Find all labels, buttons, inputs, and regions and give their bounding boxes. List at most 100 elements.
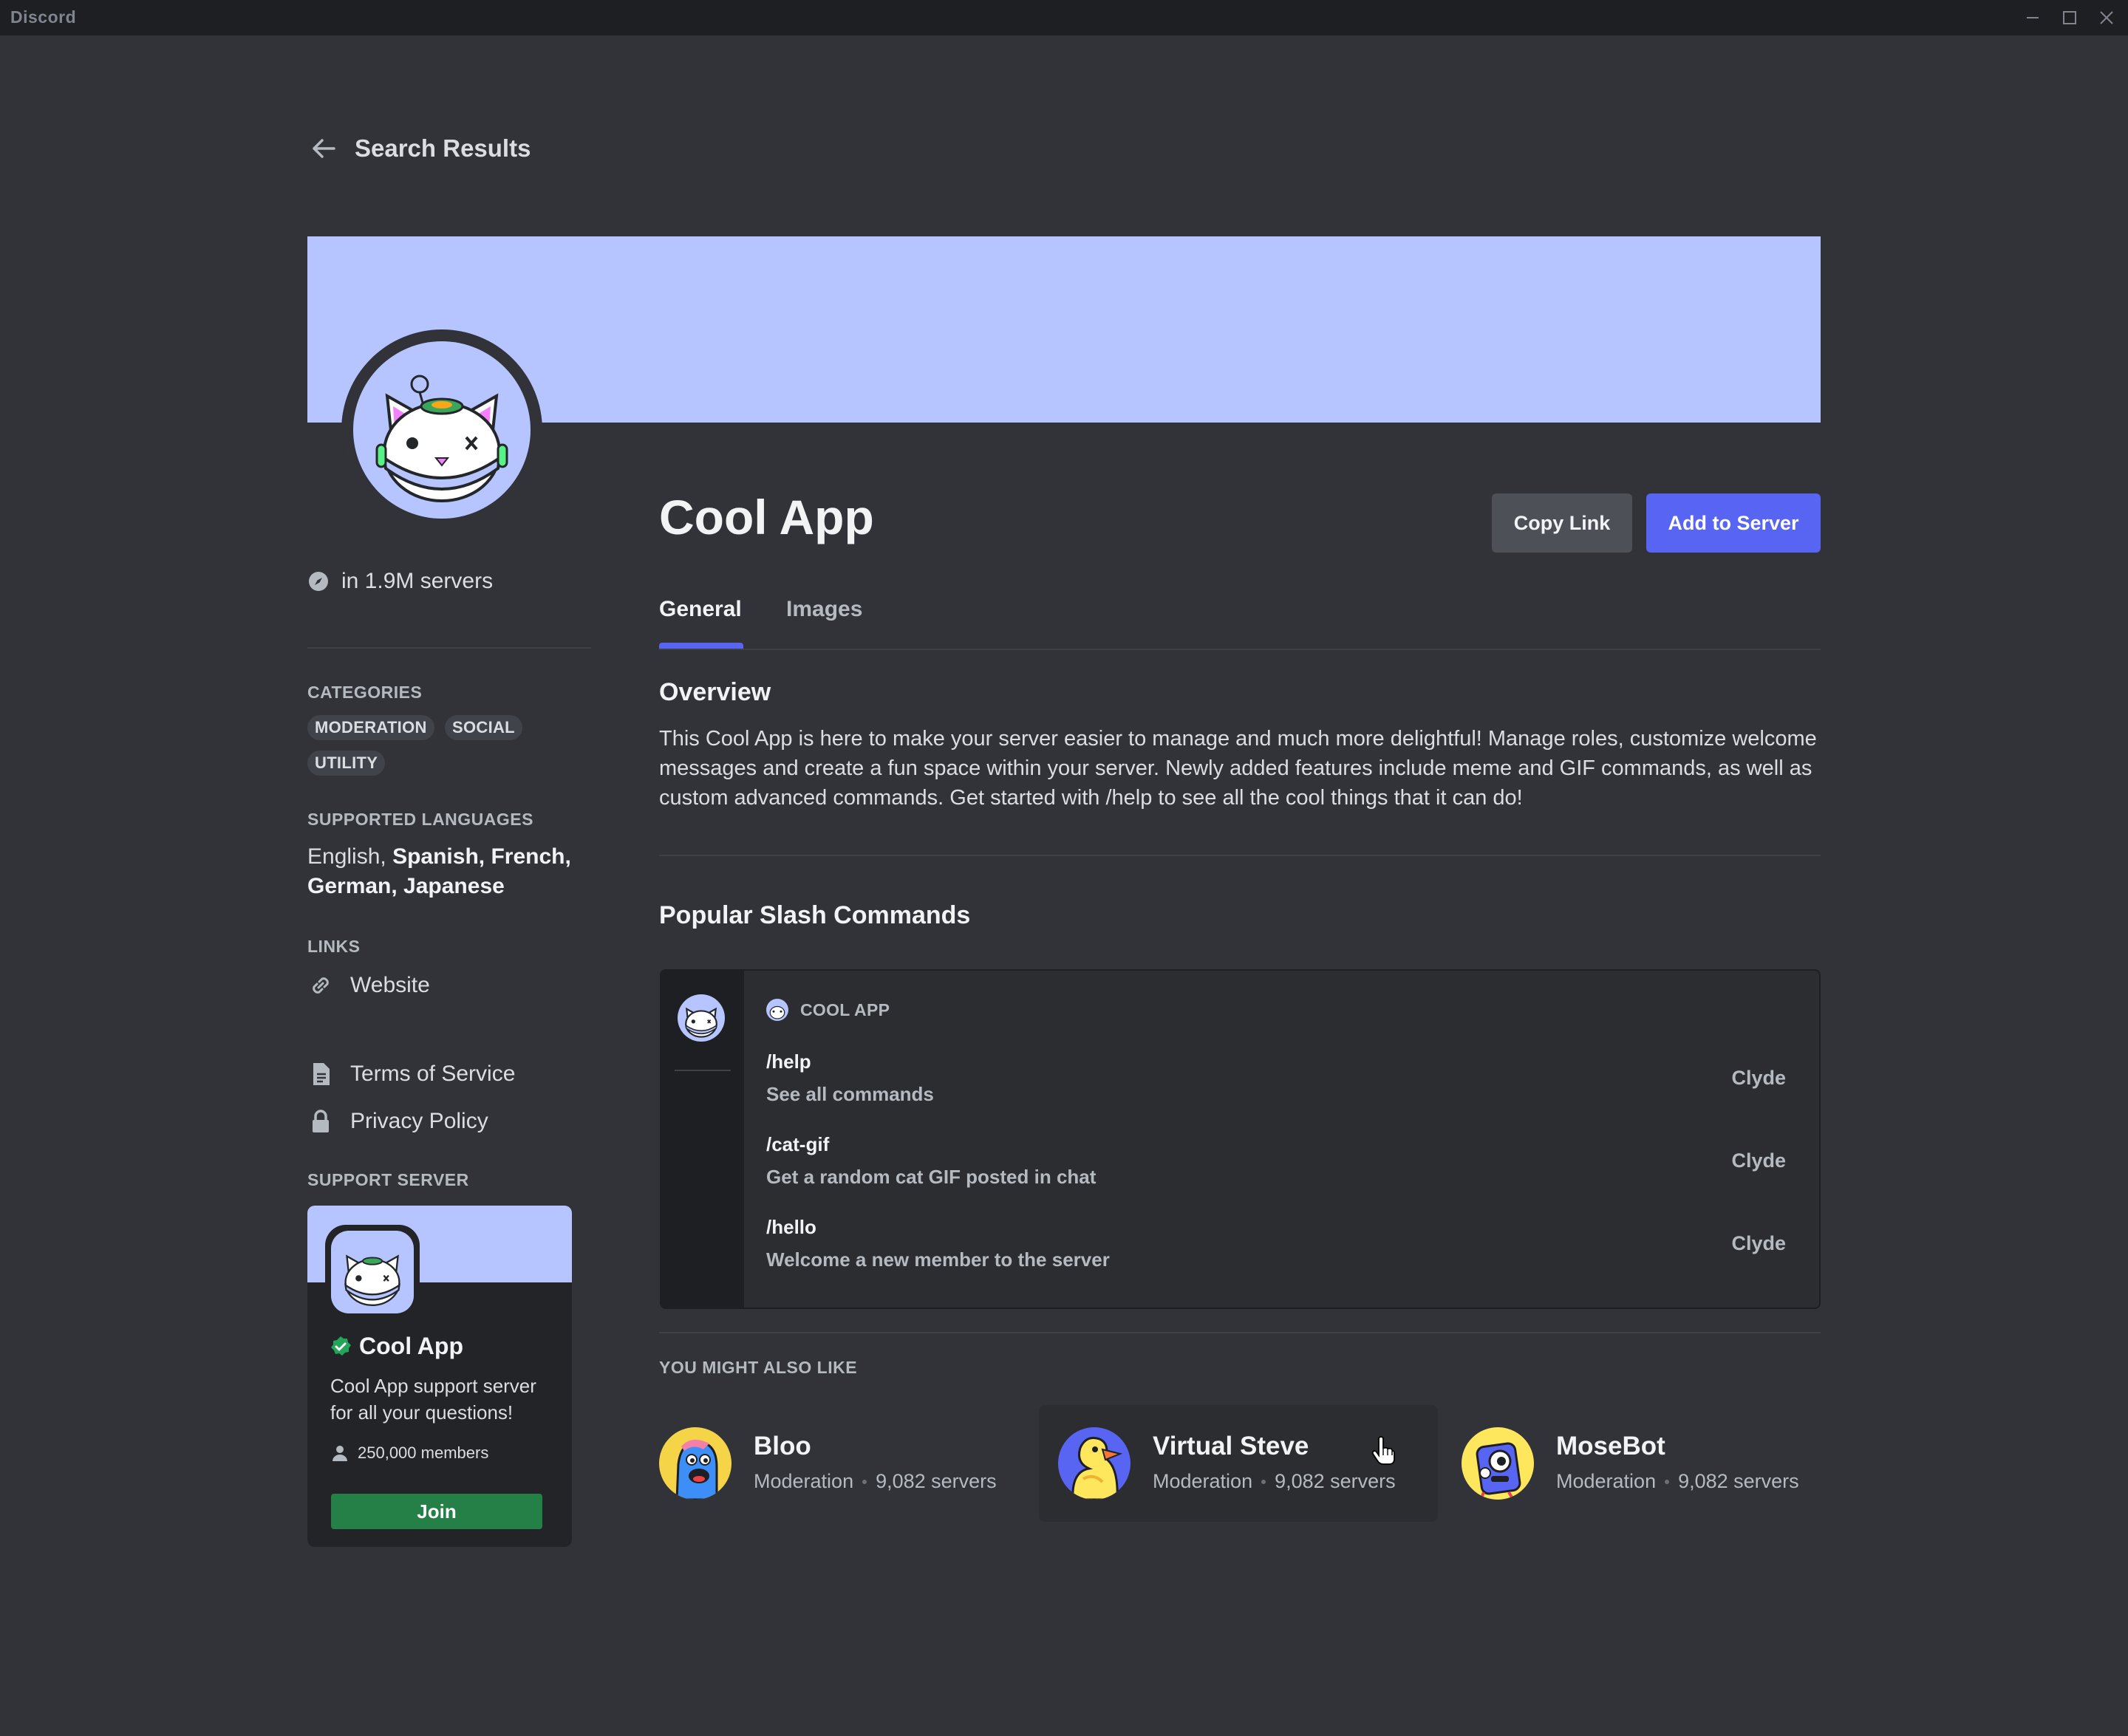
recommendation-meta: Moderation 9,082 servers <box>754 1470 997 1493</box>
recommendation-category: Moderation <box>1556 1470 1657 1492</box>
support-server-description: Cool App support server for all your que… <box>330 1375 536 1424</box>
minimize-button[interactable] <box>2014 0 2051 35</box>
support-server-members: 250,000 members <box>331 1443 488 1463</box>
document-icon <box>313 1063 330 1085</box>
person-icon <box>332 1446 347 1461</box>
recommendation-avatar <box>1462 1427 1534 1500</box>
support-server-name: Cool App <box>359 1333 463 1359</box>
robot-cat-icon <box>344 1254 400 1306</box>
bloo-mascot-icon <box>675 1439 718 1500</box>
recommendation-avatar <box>659 1427 732 1500</box>
languages-header: SUPPORTED LANGUAGES <box>307 810 533 829</box>
app-rail-icon[interactable] <box>678 994 725 1042</box>
recommendation-meta: Moderation 9,082 servers <box>1556 1470 1799 1493</box>
command-owner: Clyde <box>1731 1067 1786 1089</box>
join-button[interactable]: Join <box>331 1494 542 1529</box>
compass-icon <box>309 572 328 591</box>
support-server-icon <box>331 1231 414 1313</box>
tab-images[interactable]: Images <box>786 597 862 622</box>
recommendation-card[interactable]: MoseBot Moderation 9,082 servers <box>1462 1405 1861 1522</box>
privacy-label: Privacy Policy <box>350 1109 488 1133</box>
app-header-icon <box>766 999 788 1021</box>
member-count: 250,000 members <box>358 1443 489 1462</box>
arrow-left-icon <box>313 139 335 158</box>
website-link[interactable]: Website <box>307 972 430 999</box>
command-description: See all commands <box>766 1083 934 1105</box>
window-title: Discord <box>10 7 77 27</box>
hand-pointer-icon <box>1371 1436 1395 1465</box>
mosebot-mascot-icon <box>1476 1442 1521 1500</box>
terms-of-service-link[interactable]: Terms of Service <box>307 1061 515 1087</box>
recommendation-servers: 9,082 servers <box>876 1470 997 1492</box>
server-count: in 1.9M servers <box>307 569 493 594</box>
command-owner: Clyde <box>1731 1149 1786 1172</box>
close-button[interactable] <box>2088 0 2125 35</box>
support-server-card: Cool App Cool App support server for all… <box>307 1206 572 1547</box>
add-to-server-button[interactable]: Add to Server <box>1646 493 1821 553</box>
tabs-divider <box>659 649 1821 650</box>
privacy-policy-link[interactable]: Privacy Policy <box>307 1108 488 1135</box>
command-owner: Clyde <box>1731 1232 1786 1254</box>
popular-commands-heading: Popular Slash Commands <box>659 901 971 929</box>
title-bar: Discord <box>0 0 2128 35</box>
command-item[interactable]: /cat-gif Get a random cat GIF posted in … <box>766 1133 1793 1207</box>
recommendation-meta: Moderation 9,082 servers <box>1153 1470 1396 1493</box>
categories-header: CATEGORIES <box>307 683 423 702</box>
recommendation-avatar <box>1058 1427 1130 1500</box>
recommendation-servers: 9,082 servers <box>1275 1470 1396 1492</box>
command-app-header: COOL APP <box>766 999 890 1021</box>
command-name: /cat-gif <box>766 1133 830 1155</box>
command-app-rail <box>661 971 744 1308</box>
recommendations-heading: YOU MIGHT ALSO LIKE <box>659 1358 858 1377</box>
close-icon <box>2100 11 2113 24</box>
minimize-icon <box>2027 17 2039 18</box>
app-avatar <box>353 341 531 519</box>
recommendation-name: MoseBot <box>1556 1432 1665 1460</box>
recommendation-servers: 9,082 servers <box>1678 1470 1799 1492</box>
website-label: Website <box>350 973 430 997</box>
tab-general[interactable]: General <box>659 597 742 622</box>
robot-cat-icon <box>769 1005 785 1019</box>
app-title: Cool App <box>659 490 874 544</box>
link-icon <box>313 977 329 994</box>
category-tag[interactable]: SOCIAL <box>445 715 522 740</box>
command-description: Welcome a new member to the server <box>766 1248 1110 1271</box>
recommendation-name: Virtual Steve <box>1153 1432 1309 1460</box>
command-item[interactable]: /hello Welcome a new member to the serve… <box>766 1216 1793 1290</box>
terms-label: Terms of Service <box>350 1062 516 1086</box>
maximize-icon <box>2063 11 2076 24</box>
robot-cat-icon <box>685 1007 717 1038</box>
command-name: /hello <box>766 1216 816 1238</box>
links-header: LINKS <box>307 937 361 956</box>
languages-list: English, Spanish, French, German, Japane… <box>307 842 603 901</box>
category-tag[interactable]: MODERATION <box>307 715 434 740</box>
language-primary: English, <box>307 844 393 869</box>
command-name: /help <box>766 1050 811 1073</box>
section-divider <box>659 1332 1821 1333</box>
recommendation-name: Bloo <box>754 1432 811 1460</box>
separator-dot <box>1261 1479 1266 1484</box>
support-server-header: SUPPORT SERVER <box>307 1170 469 1189</box>
robot-cat-icon <box>375 375 508 502</box>
command-app-label: COOL APP <box>800 999 890 1019</box>
verified-badge-icon <box>331 1336 351 1356</box>
section-divider <box>659 855 1821 856</box>
separator-dot <box>862 1479 867 1484</box>
support-server-name-row: Cool App <box>330 1333 463 1360</box>
rail-divider <box>675 1070 731 1071</box>
separator-dot <box>1665 1479 1670 1484</box>
recommendation-card[interactable]: Bloo Moderation 9,082 servers <box>659 1405 1058 1522</box>
overview-heading: Overview <box>659 678 771 706</box>
back-to-search-results[interactable]: Search Results <box>309 130 531 167</box>
command-item[interactable]: /help See all commands Clyde <box>766 1050 1793 1124</box>
category-tag[interactable]: UTILITY <box>307 751 386 776</box>
recommendation-category: Moderation <box>1153 1470 1253 1492</box>
server-count-label: in 1.9M servers <box>341 569 494 593</box>
command-description: Get a random cat GIF posted in chat <box>766 1166 1097 1188</box>
sidebar-divider <box>307 647 591 649</box>
back-label: Search Results <box>355 134 531 162</box>
active-tab-indicator <box>659 643 743 649</box>
maximize-button[interactable] <box>2051 0 2088 35</box>
overview-text: This Cool App is here to make your serve… <box>659 727 1817 810</box>
copy-link-button[interactable]: Copy Link <box>1492 493 1632 553</box>
